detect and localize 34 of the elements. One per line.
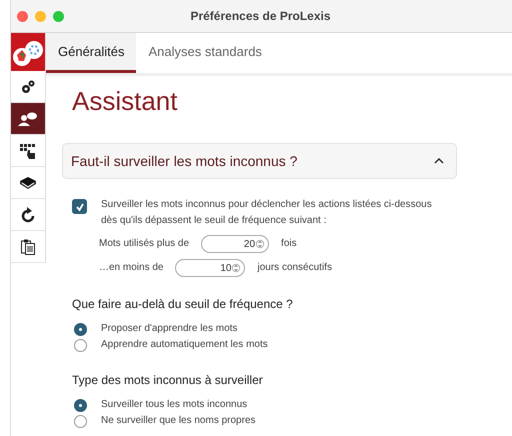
checkbox-label: Surveiller les mots inconnus pour déclencher les actions listées ci-dessous dès qu'ils dépassent le seuil de fréquence suivant : — [101, 198, 433, 228]
unit-label: jours consécutifs — [257, 261, 332, 275]
clipboard-icon — [21, 238, 35, 254]
radio-button[interactable] — [74, 414, 87, 428]
book-icon — [19, 176, 37, 190]
stepper-arrows-icon — [256, 239, 264, 249]
checkmark-icon — [74, 202, 84, 212]
stepper-arrows-icon — [232, 263, 240, 273]
sidebar-item[interactable] — [11, 103, 45, 135]
tab[interactable]: Généralités — [46, 33, 136, 73]
field-label: …en moins de — [99, 261, 164, 275]
window-title: Préférences de ProLexis — [190, 9, 331, 23]
chevron-icon — [434, 158, 444, 164]
people-icon — [18, 112, 38, 126]
keypad-hand-icon — [20, 142, 36, 158]
group-title: Type des mots inconnus à surveiller — [72, 373, 264, 387]
radio-label: Apprendre automatiquement les mots — [101, 338, 268, 352]
checkbox[interactable] — [72, 199, 87, 214]
radio-button[interactable] — [74, 338, 87, 352]
radio-button[interactable] — [74, 322, 87, 336]
group-title: Que faire au-delà du seuil de fréquence ? — [72, 297, 294, 311]
radio-label: Ne surveiller que les noms propres — [101, 414, 256, 428]
number-stepper[interactable]: 10 — [175, 259, 246, 277]
gears-icon — [21, 80, 35, 94]
radio-label: Proposer d'apprendre les mots — [101, 322, 238, 336]
radio-button[interactable] — [74, 398, 87, 412]
close-button[interactable] — [17, 10, 28, 22]
accordion-header[interactable]: Faut-il surveiller les mots inconnus ? — [62, 143, 457, 179]
page-heading: Assistant — [72, 86, 178, 117]
field-label: Mots utilisés plus de — [99, 237, 190, 251]
refresh-icon — [21, 206, 35, 222]
number-stepper[interactable]: 20 — [201, 235, 270, 253]
radio-label: Surveiller tous les mots inconnus — [101, 398, 248, 412]
unit-label: fois — [281, 237, 297, 251]
